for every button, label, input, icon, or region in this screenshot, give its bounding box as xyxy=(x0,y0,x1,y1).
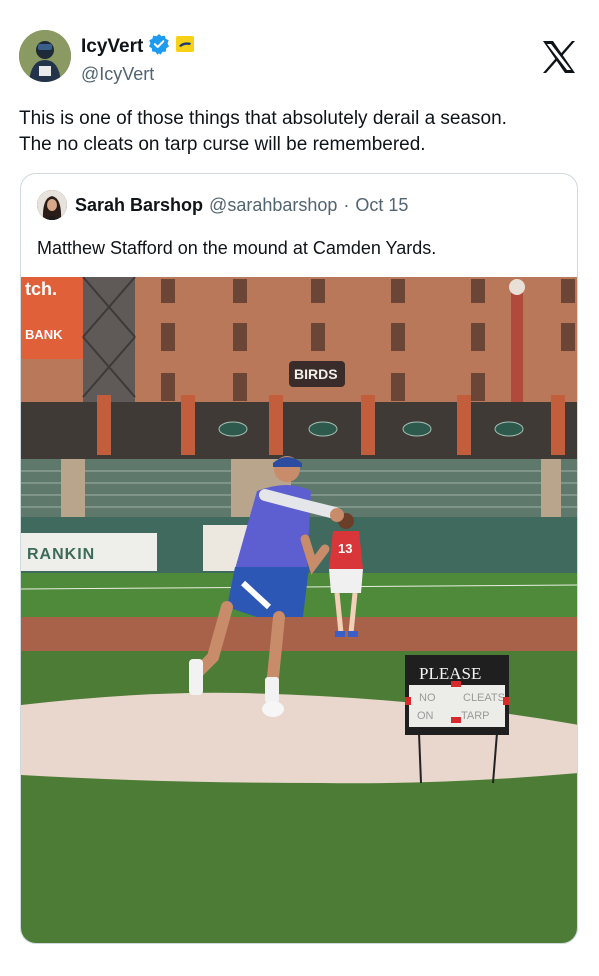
author-handle[interactable]: @IcyVert xyxy=(81,64,154,85)
quoted-author-handle[interactable]: @sarahbarshop xyxy=(209,195,337,216)
tweet-text-line: This is one of those things that absolut… xyxy=(19,108,507,129)
warning-track xyxy=(21,617,577,651)
author-avatar[interactable] xyxy=(19,30,71,82)
quoted-author-name[interactable]: Sarah Barshop xyxy=(75,195,203,216)
x-logo-icon[interactable] xyxy=(541,40,577,74)
sign-please-text: PLEASE xyxy=(419,664,481,683)
rankin-sign-text: RANKIN xyxy=(27,546,95,563)
quoted-tweet-text: Matthew Stafford on the mound at Camden … xyxy=(37,238,437,258)
tweet-text: This is one of those things that absolut… xyxy=(19,106,579,158)
quoted-tweet-card[interactable]: Sarah Barshop @sarahbarshop · Oct 15 Mat… xyxy=(20,173,578,944)
author-display-name[interactable]: IcyVert xyxy=(81,36,143,58)
quoted-tweet-date[interactable]: Oct 15 xyxy=(355,195,408,216)
verified-badge-icon xyxy=(148,33,170,60)
tweet-photo[interactable]: tch. BANK BIRDS RANKIN 13 PLEASE NO CLEA… xyxy=(21,277,578,944)
sign-no-text: NO xyxy=(419,692,436,704)
sign-tarp-text: TARP xyxy=(461,710,490,722)
billboard-bank-text: BANK xyxy=(25,327,63,342)
author-name-row: IcyVert xyxy=(81,33,195,60)
quoted-author-avatar[interactable] xyxy=(37,190,67,220)
affiliate-badge-icon[interactable] xyxy=(175,34,195,59)
tweet-text-line: The no cleats on tarp curse will be reme… xyxy=(19,134,426,155)
sign-cleats-text: CLEATS xyxy=(463,692,505,704)
quoted-tweet-header: Sarah Barshop @sarahbarshop · Oct 15 xyxy=(37,190,408,220)
tweet-header: IcyVert @IcyVert xyxy=(19,30,579,84)
jersey-number: 13 xyxy=(338,541,352,556)
meta-separator: · xyxy=(343,194,350,215)
billboard-text: tch. xyxy=(25,279,57,299)
scoreboard-text: BIRDS xyxy=(294,366,338,382)
sign-on-text: ON xyxy=(417,710,434,722)
